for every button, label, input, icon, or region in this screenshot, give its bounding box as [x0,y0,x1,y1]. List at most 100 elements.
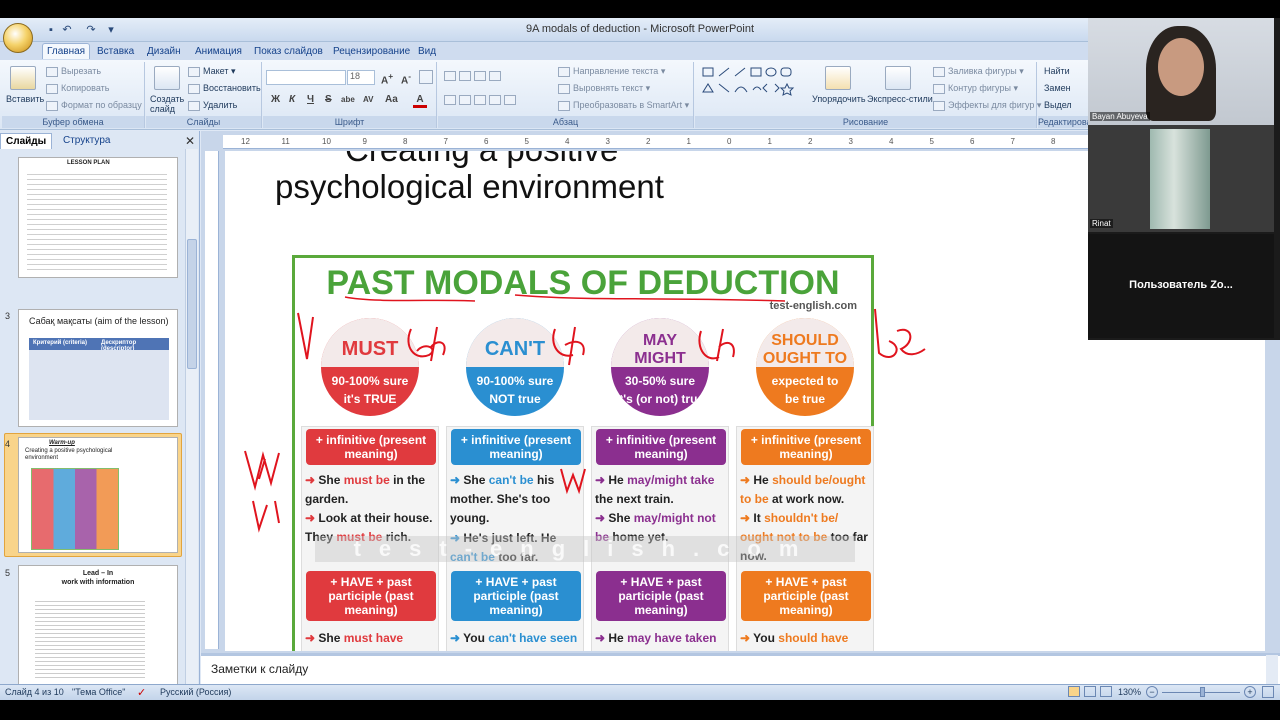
new-slide-icon[interactable] [154,66,180,90]
example-text: It [753,511,765,525]
new-slide-button[interactable]: Создать слайд [150,94,186,114]
text-direction-label: Направление текста [573,66,659,76]
ruler-mark: 5 [524,137,529,146]
theme-name[interactable]: "Тема Office" [72,687,125,697]
modals-chart: PAST MODALS OF DEDUCTION test-english.co… [292,255,874,651]
text-direction-button[interactable]: Направление текста ▾ [558,66,665,77]
copy-button[interactable]: Копировать [46,83,109,94]
char-spacing-button[interactable]: AV [363,95,374,104]
format-painter-button[interactable]: Формат по образцу [46,100,142,111]
slide-number-4: 4 [5,439,11,449]
normal-view-icon[interactable] [1068,686,1080,697]
justify-icon [489,94,501,105]
align-left-icon [444,94,456,105]
tab-slideshow[interactable]: Показ слайдов [250,44,327,60]
shadow-button[interactable]: abe [341,95,355,104]
font-name-combo[interactable] [266,70,346,85]
participant-tile-2[interactable]: Rinat [1088,125,1274,232]
outdent-icon [489,70,501,81]
present-header: + infinitive (present meaning) [451,429,581,465]
arrange-button[interactable]: Упорядочить [812,94,866,104]
thumb-chart [31,468,119,550]
shrink-font-button[interactable]: A- [401,71,411,86]
font-size-combo[interactable]: 18 [347,70,375,85]
modal-meaning: it's TRUE [343,392,397,406]
smartart-button[interactable]: Преобразовать в SmartArt ▾ [558,100,689,111]
quick-styles-button[interactable]: Экспресс-стили [867,94,933,104]
example-modal: must be [343,473,390,487]
close-panel-icon[interactable]: ✕ [185,134,195,148]
copy-icon [46,83,58,94]
slide-thumbnail-4[interactable]: Warm-up Creating a positive psychologica… [18,437,178,553]
quick-styles-icon[interactable] [885,66,911,90]
zoom-out-icon[interactable]: − [1146,686,1158,698]
past-example: ➜ You should have [740,629,874,648]
slideshow-view-icon[interactable] [1100,686,1112,697]
paste-button[interactable]: Вставить [6,94,44,104]
thumb-body-lines [35,598,145,678]
tab-design[interactable]: Дизайн [143,44,185,60]
fit-window-icon[interactable] [1262,686,1274,698]
thumb-title: Lead – In [82,570,114,577]
slide-thumbnail-5[interactable]: Lead – In work with information [18,565,178,687]
tab-outline[interactable]: Структура [58,133,115,149]
replace-button[interactable]: Замен [1044,83,1071,93]
shapes-gallery[interactable] [701,66,805,110]
modal-percent: 90-100% sure [476,374,554,388]
participant-tile-3[interactable]: Пользователь Zo... [1088,234,1274,338]
tab-animation[interactable]: Анимация [191,44,246,60]
example-text: She [608,511,634,525]
bullets-button[interactable] [444,70,504,81]
example-text: You [463,631,489,645]
align-right-icon [474,94,486,105]
participant-tile-1[interactable]: Bayan Abuyeva [1088,18,1274,125]
tab-review[interactable]: Рецензирование [329,44,414,60]
italic-button[interactable]: К [289,94,295,105]
indent-icon [474,70,486,81]
participant-video-2 [1150,129,1210,229]
tab-slides[interactable]: Слайды [0,133,53,149]
strikethrough-button[interactable]: S [325,94,332,105]
zoom-slider-thumb[interactable] [1200,687,1205,697]
scrollbar-thumb[interactable] [187,239,197,369]
slide-thumbnail-3[interactable]: Сабақ мақсаты (aim of the lesson) Критер… [18,309,178,427]
sorter-view-icon[interactable] [1084,686,1096,697]
align-buttons[interactable] [444,94,519,105]
paste-icon[interactable] [10,66,36,90]
ruler-mark: 4 [565,137,570,146]
slide-thumbnail-2[interactable]: LESSON PLAN [18,157,178,278]
change-case-button[interactable]: Aa [385,94,398,105]
example-text: the next train. [595,492,674,506]
notes-placeholder: Заметки к слайду [211,662,309,676]
select-button[interactable]: Выдел [1044,100,1072,110]
slide-number-3: 3 [5,311,11,321]
language-indicator[interactable]: Русский (Россия) [160,687,231,697]
grow-font-button[interactable]: A+ [381,71,393,86]
example-text: She [318,473,344,487]
find-button[interactable]: Найти [1044,66,1070,76]
present-example: ➜ She can't be his mother. She's too you… [450,471,584,528]
underline-button[interactable]: Ч [307,94,314,105]
tab-view[interactable]: Вид [414,44,440,60]
slides-panel-scrollbar[interactable] [185,149,198,696]
cut-button[interactable]: Вырезать [46,66,101,77]
thumb-subtitle: work with information [61,579,135,586]
bold-button[interactable]: Ж [271,94,280,105]
arrange-icon[interactable] [825,66,851,90]
example-modal: may have taken [627,631,717,645]
delete-slide-button[interactable]: Удалить [188,100,237,111]
shape-fill-button[interactable]: Заливка фигуры ▾ [933,66,1024,77]
align-text-button[interactable]: Выровнять текст ▾ [558,83,650,94]
shape-outline-button[interactable]: Контур фигуры ▾ [933,83,1018,94]
zoom-in-icon[interactable]: + [1244,686,1256,698]
layout-button[interactable]: Макет ▾ [188,66,236,77]
reset-button[interactable]: Восстановить [188,83,261,94]
tab-insert[interactable]: Вставка [93,44,138,60]
spellcheck-icon[interactable]: ✓ [137,686,146,699]
zoom-level[interactable]: 130% [1118,687,1141,697]
shape-effects-button[interactable]: Эффекты для фигур ▾ [933,100,1041,111]
tab-home[interactable]: Главная [42,43,91,59]
office-button[interactable] [3,23,33,53]
clear-format-button[interactable] [419,70,433,84]
font-color-button[interactable]: A [413,94,427,108]
